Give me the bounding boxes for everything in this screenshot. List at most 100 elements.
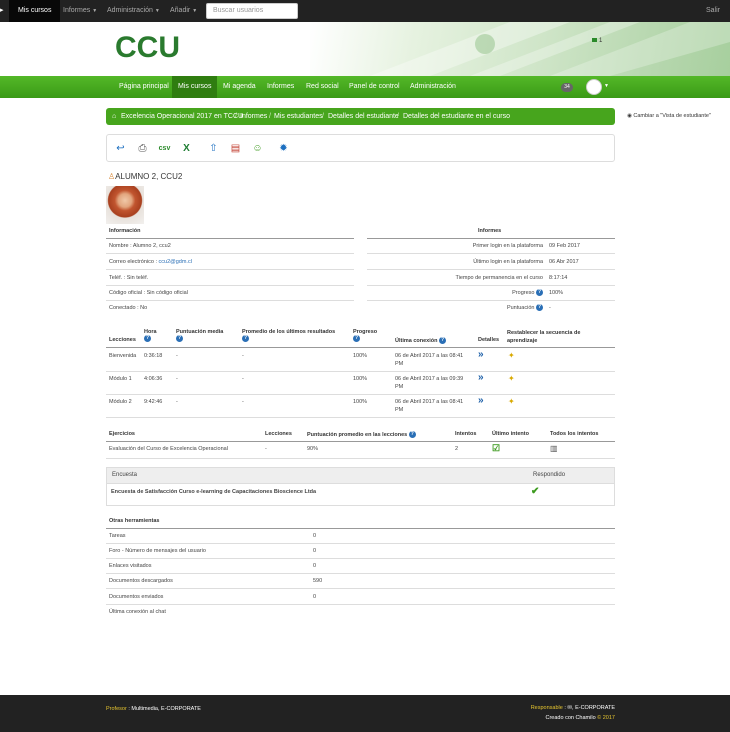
- certificate-icon[interactable]: ✹: [276, 141, 291, 156]
- col-puntuacion-promedio: Puntuación promedio en las lecciones ?: [307, 431, 416, 438]
- student-name: ♙ALUMNO 2, CCU2: [108, 172, 183, 181]
- divider: [106, 417, 615, 418]
- add-user-icon[interactable]: ☺: [250, 141, 265, 156]
- student-photo: [106, 186, 144, 224]
- info-row: Conectado : No: [109, 305, 148, 311]
- topbar-informes[interactable]: Informes ▼: [63, 0, 97, 22]
- report-row: Último login en la plataforma 06 Abr 2017: [367, 255, 615, 270]
- nav-panel-de-control[interactable]: Panel de control: [349, 76, 400, 98]
- reset-sequence-icon[interactable]: ✦: [508, 351, 515, 360]
- help-icon[interactable]: ?: [439, 337, 447, 344]
- email-icon[interactable]: ✉: [567, 705, 572, 711]
- email-link[interactable]: ccu2@gdm.cl: [159, 259, 192, 265]
- survey-col-respondido: Respondido: [533, 472, 566, 478]
- logo-text: CCU: [115, 32, 180, 62]
- nav-administracion[interactable]: Administración: [410, 76, 456, 98]
- report-row: Progreso ? 100%: [367, 286, 615, 301]
- footer: Profesor : Multimedia, E-CORPORATE Respo…: [0, 695, 730, 732]
- details-arrow-icon[interactable]: »: [478, 372, 484, 383]
- help-icon[interactable]: ?: [353, 335, 360, 342]
- divider: [106, 371, 615, 372]
- tool-row: Foro - Número de mensajes del usuario 0: [106, 544, 615, 559]
- nav-informes[interactable]: Informes: [267, 76, 294, 98]
- user-avatar-icon[interactable]: [586, 79, 602, 95]
- help-icon[interactable]: ?: [408, 431, 416, 438]
- tool-row: Documentos descargados 590: [106, 574, 615, 589]
- back-icon[interactable]: ↩: [113, 141, 128, 156]
- details-arrow-icon[interactable]: »: [478, 395, 484, 406]
- col-puntuacion-media: Puntuación media?: [176, 329, 224, 342]
- nav-pagina-principal[interactable]: Página principal: [119, 76, 169, 98]
- upload-icon[interactable]: ⇧: [206, 141, 221, 156]
- breadcrumb: ⌂ Excelencia Operacional 2017 en TCCU / …: [106, 108, 717, 125]
- site-header: CCU 1: [0, 22, 730, 76]
- col-restablecer: Restablecer la secuencia de aprendizaje: [507, 330, 581, 344]
- flag-icon: [592, 38, 597, 42]
- breadcrumb-mis-estudiantes[interactable]: Mis estudiantes: [274, 108, 323, 125]
- reset-sequence-icon[interactable]: ✦: [508, 397, 515, 406]
- topbar-anadir[interactable]: Añadir ▼: [170, 0, 197, 22]
- export-csv-icon[interactable]: csv: [157, 141, 172, 156]
- divider: [106, 441, 615, 442]
- col-hora: Hora?: [144, 329, 157, 342]
- action-toolbar: ↩ ⎙ csv X ⇧ ▤ ☺ ✹: [106, 134, 615, 162]
- breadcrumb-separator: /: [269, 113, 271, 120]
- breadcrumb-detalles-estudiante[interactable]: Detalles del estudiante: [328, 108, 399, 125]
- divider: [106, 458, 615, 459]
- nav-red-social[interactable]: Red social: [306, 76, 339, 98]
- notification-badge[interactable]: 34: [561, 83, 573, 92]
- topbar-administracion[interactable]: Administración ▼: [107, 0, 160, 22]
- menu-icon[interactable]: ▸: [0, 0, 5, 22]
- ccu-logo[interactable]: CCU: [115, 32, 185, 62]
- help-icon[interactable]: ?: [144, 335, 151, 342]
- nav-mi-agenda[interactable]: Mi agenda: [223, 76, 256, 98]
- help-icon[interactable]: ?: [536, 289, 543, 297]
- export-excel-icon[interactable]: X: [179, 141, 194, 156]
- search-users-input[interactable]: Buscar usuarios: [206, 3, 298, 19]
- switch-student-view-button[interactable]: ◉ Cambiar a "Vista de estudiante": [621, 111, 717, 122]
- col-progreso: Progreso?: [353, 329, 378, 342]
- breadcrumb-course[interactable]: Excelencia Operacional 2017 en TCCU: [121, 108, 243, 125]
- col-ultima-conexion: Última conexión ?: [395, 337, 447, 344]
- footer-teacher: Profesor : Multimedia, E-CORPORATE: [106, 706, 201, 712]
- help-icon[interactable]: ?: [536, 304, 543, 312]
- col-todos-intentos: Todos los intentos: [550, 431, 599, 437]
- breadcrumb-separator: /: [322, 113, 324, 120]
- help-icon[interactable]: ?: [176, 335, 183, 342]
- footer-responsible: Responsable : ✉, E-CORPORATE: [530, 705, 615, 711]
- details-arrow-icon[interactable]: »: [478, 349, 484, 360]
- print-icon[interactable]: ⎙: [135, 141, 150, 156]
- flag-count[interactable]: 1: [592, 38, 602, 44]
- breadcrumb-detalles-curso: Detalles del estudiante en el curso: [403, 113, 511, 120]
- info-row: Correo electrónico : ccu2@gdm.cl: [106, 255, 354, 270]
- survey-table: Encuesta Respondido Encuesta de Satisfac…: [106, 467, 615, 506]
- logout-link[interactable]: Salir: [706, 0, 720, 22]
- breadcrumb-separator: /: [235, 113, 237, 120]
- chevron-down-icon[interactable]: ▼: [604, 83, 609, 89]
- breadcrumb-informes[interactable]: Informes: [240, 108, 267, 125]
- header-banner-image: [310, 22, 730, 76]
- other-tools-heading: Otras herramientas: [109, 518, 160, 524]
- tool-row: Enlaces visitados 0: [106, 559, 615, 574]
- reset-sequence-icon[interactable]: ✦: [508, 374, 515, 383]
- chevron-down-icon: ▼: [154, 8, 160, 14]
- survey-col-encuesta: Encuesta: [112, 472, 138, 478]
- help-icon[interactable]: ?: [242, 335, 249, 342]
- col-intentos: Intentos: [455, 431, 477, 437]
- col-ultimo-intento: Último intento: [492, 431, 529, 437]
- topbar-mis-cursos[interactable]: Mis cursos: [9, 0, 61, 22]
- home-icon[interactable]: ⌂: [112, 108, 116, 125]
- info-row: Nombre : Alumno 2, ccu2: [106, 239, 354, 254]
- info-row: Código oficial : Sin código oficial: [106, 286, 354, 301]
- chevron-down-icon: ▼: [192, 8, 198, 14]
- last-attempt-icon[interactable]: ☑: [492, 443, 500, 454]
- pdf-icon[interactable]: ▤: [228, 141, 243, 156]
- survey-header: Encuesta Respondido: [107, 468, 614, 484]
- all-attempts-chart-icon[interactable]: ▥: [550, 444, 558, 453]
- tool-row: Última conexión al chat: [109, 609, 166, 615]
- banner-lines: [370, 22, 730, 76]
- nav-mis-cursos[interactable]: Mis cursos: [172, 76, 218, 98]
- reports-heading: Informes: [478, 228, 502, 234]
- col-promedio: Promedio de los últimos resultados?: [242, 329, 336, 342]
- col-lecciones: Lecciones: [265, 431, 292, 437]
